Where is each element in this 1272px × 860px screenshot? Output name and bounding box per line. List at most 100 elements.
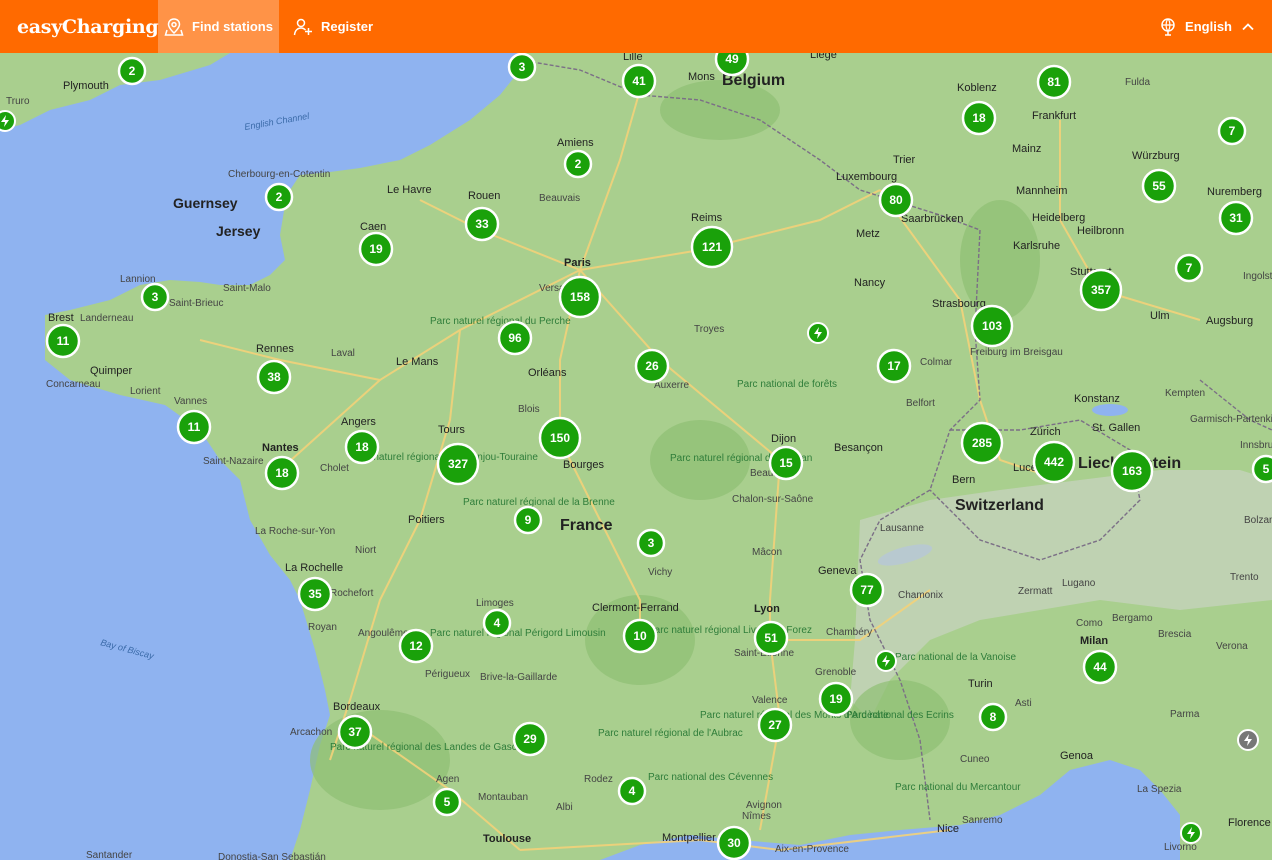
station-cluster-marker[interactable]: 163 [1110,449,1154,493]
station-cluster-marker[interactable]: 8 [978,702,1008,732]
lightning-bolt-icon[interactable] [807,322,829,344]
station-cluster-marker[interactable]: 51 [753,620,789,656]
station-cluster-marker[interactable]: 19 [358,231,394,267]
station-cluster-marker[interactable]: 158 [558,275,602,319]
station-cluster-marker[interactable]: 41 [621,63,657,99]
city-label: Besançon [834,442,883,454]
station-cluster-marker[interactable]: 18 [961,100,997,136]
lightning-bolt-icon[interactable] [1237,729,1259,751]
city-label: Rodez [584,774,613,785]
station-cluster-marker[interactable]: 96 [497,320,533,356]
station-cluster-marker[interactable]: 2 [264,182,294,212]
country-label: France [560,517,613,534]
station-cluster-marker[interactable]: 31 [1218,200,1254,236]
lightning-bolt-icon[interactable] [875,650,897,672]
city-label: La Roche-sur-Yon [255,526,335,537]
city-label: Lausanne [880,523,924,534]
cluster-count: 2 [575,157,582,171]
station-cluster-marker[interactable]: 33 [464,206,500,242]
cluster-count: 19 [369,242,383,256]
station-cluster-marker[interactable]: 2 [563,149,593,179]
station-cluster-marker[interactable]: 55 [1141,168,1177,204]
city-label: Heilbronn [1077,225,1124,237]
cluster-count: 41 [632,74,646,88]
city-label: St. Gallen [1092,422,1140,434]
register-nav-item[interactable]: Register [279,0,387,53]
city-label: Montpellier [662,832,716,844]
city-label: Heidelberg [1032,212,1085,224]
city-label: Freiburg im Breisgau [970,347,1063,358]
station-cluster-marker[interactable]: 17 [876,348,912,384]
station-cluster-marker[interactable]: 81 [1036,64,1072,100]
map-canvas[interactable]: English Channel Bay of Biscay Belgium Fr… [0,53,1272,860]
city-label: Belfort [906,398,935,409]
station-cluster-marker[interactable]: 19 [818,681,854,717]
station-cluster-marker[interactable]: 44 [1082,649,1118,685]
station-cluster-marker[interactable]: 26 [634,348,670,384]
station-cluster-marker[interactable]: 15 [768,445,804,481]
station-cluster-marker[interactable]: 7 [1217,116,1247,146]
station-cluster-marker[interactable]: 357 [1079,268,1123,312]
city-label: Florence [1228,817,1271,829]
station-cluster-marker[interactable]: 3 [636,528,666,558]
station-cluster-marker[interactable]: 80 [878,182,914,218]
station-cluster-marker[interactable]: 3 [507,53,537,82]
cluster-count: 77 [860,583,874,597]
station-cluster-marker[interactable]: 4 [617,776,647,806]
station-cluster-marker[interactable]: 35 [297,576,333,612]
station-cluster-marker[interactable]: 12 [398,628,434,664]
city-label: Zermatt [1018,586,1053,597]
city-label: Liège [810,53,837,61]
city-label: Ulm [1150,310,1170,322]
station-cluster-marker[interactable]: 4 [482,608,512,638]
station-cluster-marker[interactable]: 18 [264,455,300,491]
city-label: Sanremo [962,815,1003,826]
station-cluster-marker[interactable]: 11 [176,409,212,445]
cluster-count: 327 [448,457,468,471]
station-cluster-marker[interactable]: 37 [337,714,373,750]
station-cluster-marker[interactable]: 77 [849,572,885,608]
brand-logo[interactable]: easyCharging [0,16,159,38]
city-label: Bergamo [1112,613,1153,624]
station-cluster-marker[interactable]: 121 [690,225,734,269]
lightning-bolt-icon[interactable] [1180,822,1202,844]
station-cluster-marker[interactable]: 38 [256,359,292,395]
station-cluster-marker[interactable]: 11 [45,323,81,359]
station-cluster-marker[interactable]: 30 [716,825,752,860]
station-cluster-marker[interactable]: 442 [1032,440,1076,484]
station-cluster-marker[interactable]: 18 [344,429,380,465]
city-label: Aix-en-Provence [775,844,849,855]
station-cluster-marker[interactable]: 10 [622,618,658,654]
cluster-count: 150 [550,431,570,445]
station-cluster-marker[interactable]: 5 [1251,454,1272,484]
station-cluster-marker[interactable]: 29 [512,721,548,757]
city-label: Vannes [174,396,207,407]
station-cluster-marker[interactable]: 5 [432,787,462,817]
station-cluster-marker[interactable]: 2 [117,56,147,86]
city-label: Lorient [130,386,161,397]
city-label: Lyon [754,603,780,615]
city-label: Lugano [1062,578,1096,589]
lightning-bolt-icon[interactable] [0,110,16,132]
city-label: Le Mans [396,356,439,368]
station-cluster-marker[interactable]: 285 [960,421,1004,465]
language-selector[interactable]: English [1159,17,1256,37]
cluster-count: 55 [1152,179,1166,193]
find-stations-nav-item[interactable]: Find stations [158,0,279,53]
station-cluster-marker[interactable]: 103 [970,304,1014,348]
station-cluster-marker[interactable]: 3 [140,282,170,312]
cluster-count: 2 [129,64,136,78]
station-cluster-marker[interactable]: 9 [513,505,543,535]
city-label: Chamonix [898,590,943,601]
station-cluster-marker[interactable]: 150 [538,416,582,460]
city-label: Colmar [920,357,953,368]
city-label: Troyes [694,324,724,335]
station-map[interactable]: English Channel Bay of Biscay Belgium Fr… [0,53,1272,860]
station-cluster-marker[interactable]: 7 [1174,253,1204,283]
city-label: Koblenz [957,82,997,94]
cluster-count: 15 [779,456,793,470]
station-cluster-marker[interactable]: 49 [714,53,750,77]
city-label: Amiens [557,137,594,149]
station-cluster-marker[interactable]: 327 [436,442,480,486]
station-cluster-marker[interactable]: 27 [757,707,793,743]
